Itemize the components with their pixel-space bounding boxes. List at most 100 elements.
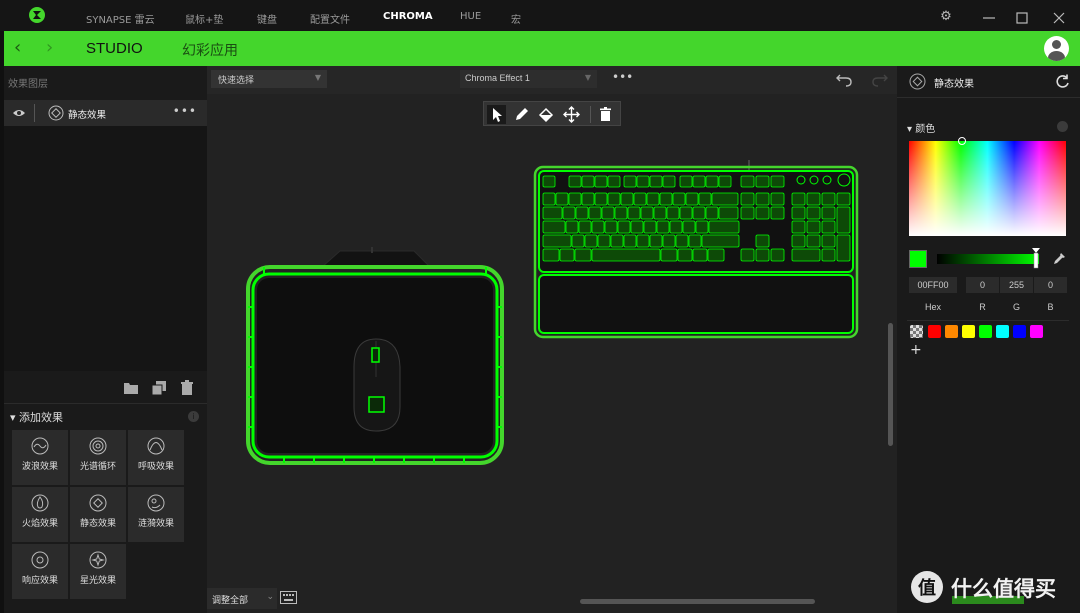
nav-hue[interactable]: HUE: [460, 11, 481, 22]
keycap[interactable]: [575, 206, 589, 220]
keycap[interactable]: [636, 175, 650, 188]
minimize-icon[interactable]: [982, 12, 998, 22]
keycap[interactable]: [688, 234, 702, 248]
keycap[interactable]: [791, 206, 806, 220]
mousemat-device[interactable]: [244, 247, 506, 467]
keycap[interactable]: [836, 234, 851, 262]
keycap[interactable]: [607, 175, 621, 188]
nav-keyboard[interactable]: 键盘: [257, 11, 277, 26]
keycap[interactable]: [607, 192, 621, 206]
brightness-slider[interactable]: [937, 254, 1039, 264]
keycap[interactable]: [594, 192, 608, 206]
keycap[interactable]: [623, 234, 637, 248]
keycap[interactable]: [677, 248, 693, 262]
keycap[interactable]: [791, 234, 806, 248]
keycap[interactable]: [571, 234, 585, 248]
redo-icon[interactable]: [871, 70, 889, 88]
preset-color-swatch[interactable]: [996, 325, 1009, 338]
keycap[interactable]: [791, 192, 806, 206]
keyboard-device[interactable]: [533, 160, 859, 340]
preset-color-swatch[interactable]: [928, 325, 941, 338]
keycap[interactable]: [755, 234, 770, 248]
trash-icon[interactable]: [179, 380, 195, 396]
keycap[interactable]: [542, 234, 572, 248]
keycap[interactable]: [662, 175, 676, 188]
nav-synapse[interactable]: SYNAPSE 雷云: [86, 11, 155, 26]
keycap[interactable]: [581, 175, 595, 188]
keycap[interactable]: [559, 248, 575, 262]
keycap[interactable]: [755, 192, 770, 206]
keycap[interactable]: [601, 206, 615, 220]
effect-tile-starlight[interactable]: 星光效果: [70, 544, 126, 599]
keycap[interactable]: [666, 206, 680, 220]
keycap[interactable]: [692, 206, 706, 220]
undo-icon[interactable]: [835, 70, 853, 88]
keycap[interactable]: [821, 220, 836, 234]
keycap[interactable]: [584, 234, 598, 248]
keycap[interactable]: [659, 192, 673, 206]
effect-tile-ripple[interactable]: 涟漪效果: [128, 487, 184, 542]
keycap[interactable]: [594, 175, 608, 188]
keycap[interactable]: [643, 220, 657, 234]
keycap[interactable]: [656, 220, 670, 234]
keycap[interactable]: [662, 234, 676, 248]
keycap[interactable]: [672, 192, 686, 206]
nav-macro[interactable]: 宏: [511, 11, 521, 26]
keycap[interactable]: [821, 234, 836, 248]
keycap[interactable]: [653, 206, 667, 220]
keycap[interactable]: [542, 192, 556, 206]
spectrum-picker-knob[interactable]: [958, 137, 966, 145]
preset-color-swatch[interactable]: [1030, 325, 1043, 338]
keycap[interactable]: [821, 192, 836, 206]
preset-color-swatch[interactable]: [1013, 325, 1026, 338]
keycap[interactable]: [614, 206, 628, 220]
keycap[interactable]: [770, 175, 785, 188]
keycap[interactable]: [740, 248, 755, 262]
keycap[interactable]: [685, 192, 699, 206]
keycap[interactable]: [711, 192, 739, 206]
keycap[interactable]: [542, 220, 566, 234]
avatar[interactable]: [1044, 36, 1069, 61]
adjust-all-dropdown[interactable]: 调整全部 ⌄: [207, 588, 277, 609]
studio-canvas[interactable]: 快速选择 ▼ Chroma Effect 1 ▼ •••: [207, 66, 897, 613]
layer-more-icon[interactable]: •••: [173, 104, 197, 118]
effect-tile-spectrum[interactable]: 光谱循环: [70, 430, 126, 485]
keycap[interactable]: [542, 175, 556, 188]
keycap[interactable]: [740, 206, 755, 220]
effect-tile-breathing[interactable]: 呼吸效果: [128, 430, 184, 485]
tab-chroma-apps[interactable]: 幻彩应用: [182, 40, 238, 60]
keycap[interactable]: [695, 220, 709, 234]
move-icon[interactable]: [562, 105, 581, 124]
keycap[interactable]: [770, 192, 785, 206]
keycap[interactable]: [682, 220, 696, 234]
add-preset-icon[interactable]: +: [910, 342, 922, 358]
info-icon[interactable]: i: [188, 411, 199, 422]
keycap[interactable]: [692, 175, 706, 188]
keycap[interactable]: [617, 220, 631, 234]
keycap[interactable]: [701, 234, 740, 248]
keycap[interactable]: [640, 206, 654, 220]
keycap[interactable]: [565, 220, 579, 234]
keycap[interactable]: [627, 206, 641, 220]
keycap[interactable]: [591, 248, 661, 262]
maximize-icon[interactable]: [1016, 12, 1032, 24]
keycap[interactable]: [649, 175, 663, 188]
keycap[interactable]: [705, 175, 719, 188]
nav-mouse-mat[interactable]: 鼠标+垫: [185, 11, 223, 26]
tab-studio[interactable]: STUDIO: [86, 40, 143, 57]
keycap[interactable]: [836, 192, 851, 206]
keycap[interactable]: [649, 234, 663, 248]
preset-color-swatch[interactable]: [962, 325, 975, 338]
keycap[interactable]: [679, 206, 693, 220]
keycap[interactable]: [698, 192, 712, 206]
vertical-scrollbar[interactable]: [888, 323, 893, 446]
keycap[interactable]: [675, 234, 689, 248]
gear-icon[interactable]: ⚙: [938, 9, 954, 24]
keycap[interactable]: [574, 248, 592, 262]
add-effects-title[interactable]: ▾ 添加效果: [10, 409, 63, 425]
paint-bucket-icon[interactable]: [537, 105, 556, 124]
eyedropper-icon[interactable]: [1052, 252, 1066, 266]
g-input[interactable]: 255: [1000, 277, 1033, 293]
keycap[interactable]: [588, 206, 602, 220]
keycap[interactable]: [708, 220, 740, 234]
